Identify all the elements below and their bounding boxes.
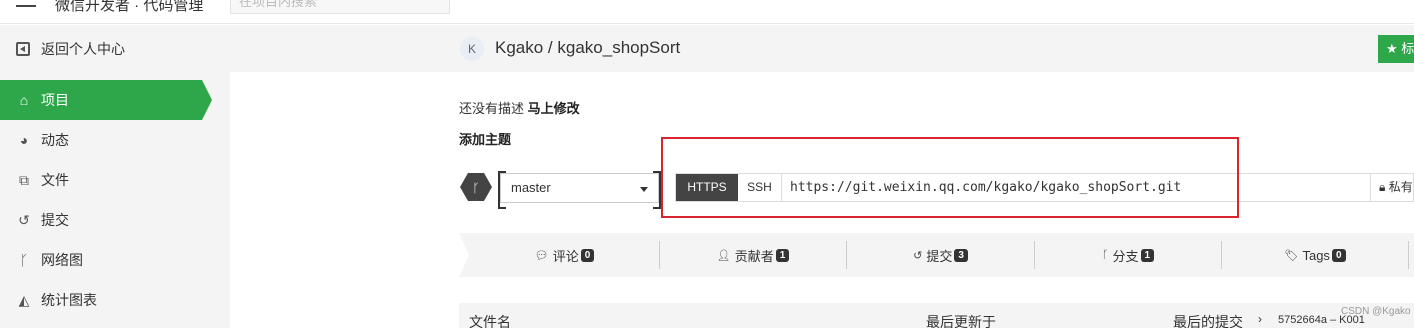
visibility-text: 私有 <box>1388 180 1413 194</box>
stat-commits[interactable]: ↺ 提交 3 <box>847 233 1034 277</box>
sidebar-item-label: 项目 <box>41 92 69 108</box>
column-header-filename: 文件名 <box>469 314 511 328</box>
sidebar-item-network[interactable]: ᚴ 网络图 <box>0 240 230 280</box>
sidebar-item-project[interactable]: ⌂ 项目 <box>0 80 212 120</box>
home-icon: ⌂ <box>19 92 29 108</box>
chevron-down-icon <box>640 187 648 192</box>
edit-description-link[interactable]: 马上修改 <box>528 101 580 116</box>
chevron-right-icon[interactable]: › <box>1258 312 1262 326</box>
stat-divider <box>1408 241 1409 269</box>
branch-hexagon-icon: ᚴ <box>460 173 492 201</box>
menu-icon[interactable] <box>16 0 36 12</box>
sidebar-item-label: 网络图 <box>41 252 83 268</box>
sidebar: 返回个人中心 ⌂ 项目 ◕ 动态 ⧉ 文件 ↺ 提交 ᚴ 网络图 ◭ 统计图表 <box>0 25 230 328</box>
stat-count-badge: 1 <box>1140 248 1155 262</box>
sidebar-item-commits[interactable]: ↺ 提交 <box>0 200 230 240</box>
tags-icon: 🏷︎ <box>1284 249 1299 262</box>
branch-icon: ᚴ <box>19 252 29 268</box>
sidebar-item-label: 文件 <box>41 172 69 188</box>
search-input[interactable]: 在项目内搜索 <box>230 0 450 14</box>
stat-count-badge: 3 <box>954 248 968 262</box>
back-to-profile-label: 返回个人中心 <box>41 40 125 57</box>
stat-branches[interactable]: ᚴ 分支 1 <box>1035 233 1221 277</box>
branch-select[interactable]: master <box>498 171 661 209</box>
branch-select-value: master <box>511 180 551 195</box>
repo-header <box>230 25 1414 72</box>
history-icon: ↺ <box>18 211 30 228</box>
stat-count-badge: 1 <box>775 248 790 262</box>
star-button[interactable]: ★ 标 <box>1378 35 1414 63</box>
sidebar-item-label: 提交 <box>41 212 69 228</box>
sidebar-item-label: 统计图表 <box>41 292 97 308</box>
back-to-profile-link[interactable]: 返回个人中心 <box>0 25 230 72</box>
stat-comments[interactable]: 💬︎ 评论 0 <box>470 233 659 277</box>
area-chart-icon: ◭ <box>18 291 30 308</box>
app-title: 微信开发者 · 代码管理 <box>55 0 204 14</box>
stat-label: 贡献者 <box>734 248 774 264</box>
sidebar-nav: ⌂ 项目 ◕ 动态 ⧉ 文件 ↺ 提交 ᚴ 网络图 ◭ 统计图表 <box>0 80 230 320</box>
user-icon: 👤︎ <box>716 249 731 262</box>
add-topic-link[interactable]: 添加主题 <box>459 129 511 148</box>
stat-tags[interactable]: 🏷︎ Tags 0 <box>1222 233 1408 277</box>
column-header-last-commit: 最后的提交 <box>1173 314 1243 328</box>
repo-description: 还没有描述 马上修改 <box>459 98 580 117</box>
stat-label: 提交 <box>926 248 953 264</box>
sidebar-item-activity[interactable]: ◕ 动态 <box>0 120 230 160</box>
dashboard-icon: ◕ <box>19 132 29 148</box>
stat-count-badge: 0 <box>580 248 595 262</box>
page-title[interactable]: Kgako / kgako_shopSort <box>495 38 680 58</box>
comment-icon: 💬︎ <box>534 249 549 262</box>
lock-icon: 🔒︎ <box>1379 180 1386 194</box>
top-bar: 微信开发者 · 代码管理 在项目内搜索 <box>0 0 1414 24</box>
column-header-updated: 最后更新于 <box>926 314 996 328</box>
stat-count-badge: 0 <box>1331 248 1346 262</box>
files-table-header: 文件名 最后更新于 最后的提交 › 5752664a – K001 <box>459 303 1414 328</box>
history-icon: ↺ <box>913 249 923 262</box>
sidebar-item-files[interactable]: ⧉ 文件 <box>0 160 230 200</box>
files-icon: ⧉ <box>19 171 29 188</box>
sidebar-item-label: 动态 <box>41 132 69 148</box>
stat-label: Tags <box>1302 247 1330 263</box>
caret-square-left-icon <box>16 41 30 56</box>
repo-stats-bar: 💬︎ 评论 0 👤︎ 贡献者 1 ↺ 提交 3 ᚴ 分支 1 🏷︎ Tags 0 <box>470 233 1414 277</box>
avatar[interactable]: K <box>460 37 484 61</box>
description-text: 还没有描述 <box>459 101 525 116</box>
highlight-annotation-box <box>661 137 1239 218</box>
stat-label: 分支 <box>1112 248 1139 264</box>
watermark: CSDN @Kgako <box>1341 306 1411 317</box>
stat-label: 评论 <box>552 248 579 264</box>
svg-text:ᚴ: ᚴ <box>472 181 479 195</box>
branch-icon: ᚴ <box>1101 249 1109 261</box>
visibility-label: 🔒︎ 私有 <box>1370 174 1413 201</box>
stat-contributors[interactable]: 👤︎ 贡献者 1 <box>660 233 846 277</box>
sidebar-item-charts[interactable]: ◭ 统计图表 <box>0 280 230 320</box>
